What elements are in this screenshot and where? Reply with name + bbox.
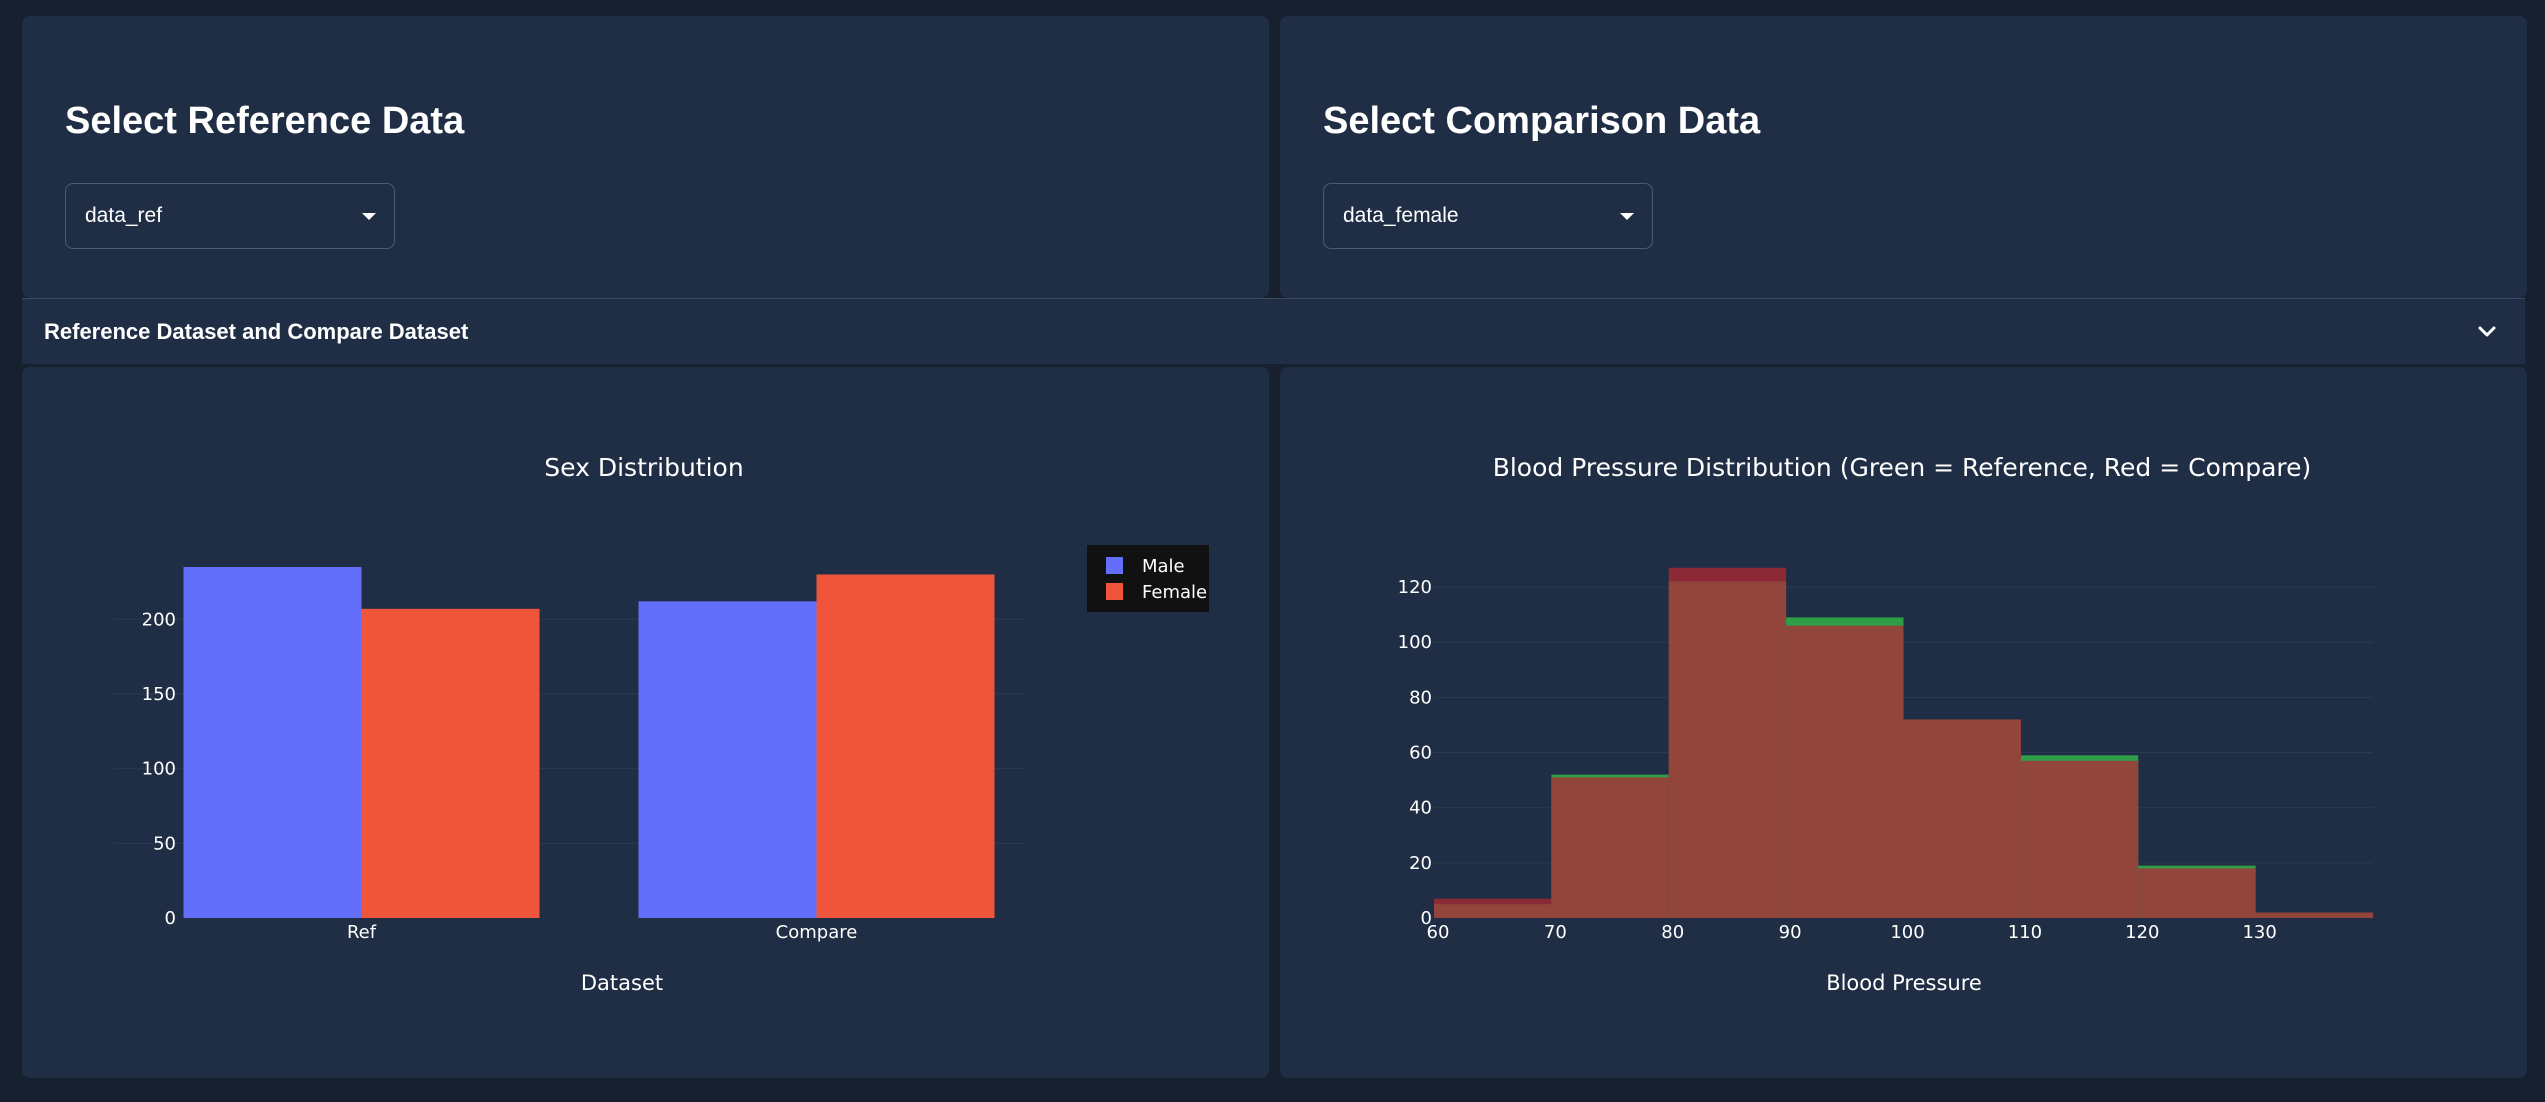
- comparison-panel: Select Comparison Data data_female: [1280, 16, 2527, 298]
- x-tick-label: 120: [2125, 922, 2159, 943]
- y-tick-label: 100: [1398, 632, 1432, 653]
- bar-female-ref[interactable]: [361, 608, 540, 918]
- x-tick-label: Ref: [347, 922, 377, 943]
- histogram-bar-overlap[interactable]: [1903, 719, 2021, 918]
- blood-pressure-card: Blood Pressure Distribution (Green = Ref…: [1280, 367, 2527, 1078]
- histogram-bar-overlap[interactable]: [1668, 581, 1787, 918]
- legend-label-male: Male: [1142, 556, 1185, 577]
- x-tick-label: 60: [1427, 922, 1450, 943]
- x-tick-label: 70: [1544, 922, 1567, 943]
- reference-panel-title: Select Reference Data: [65, 100, 465, 142]
- histogram-bar-overlap[interactable]: [2020, 760, 2139, 918]
- legend-swatch-female: [1106, 583, 1123, 600]
- bar-male-compare[interactable]: [638, 601, 817, 918]
- y-tick-label: 120: [1398, 577, 1432, 598]
- legend[interactable]: Male Female: [1087, 545, 1209, 612]
- y-tick-label: 200: [142, 609, 176, 630]
- y-tick-label: 60: [1409, 743, 1432, 764]
- x-tick-label: 90: [1779, 922, 1802, 943]
- histogram-bar-overlap[interactable]: [2138, 868, 2256, 918]
- reference-panel: Select Reference Data data_ref: [22, 16, 1269, 298]
- y-tick-label: 0: [165, 908, 176, 929]
- sex-distribution-card: Sex Distribution 0 50 100 150 200 Ref Compare…: [22, 367, 1269, 1078]
- x-tick-label: Compare: [776, 922, 858, 943]
- caret-down-icon: [1620, 213, 1634, 220]
- y-tick-label: 100: [142, 759, 176, 780]
- x-tick-label: 130: [2242, 922, 2276, 943]
- x-tick-label: 80: [1661, 922, 1684, 943]
- comparison-dropdown[interactable]: data_female: [1323, 183, 1653, 249]
- y-tick-label: 50: [153, 833, 176, 854]
- reference-dropdown[interactable]: data_ref: [65, 183, 395, 249]
- bar-male-ref[interactable]: [183, 567, 362, 918]
- chart-title: Sex Distribution: [544, 453, 743, 482]
- bar-female-compare[interactable]: [816, 574, 995, 918]
- sex-distribution-chart: Sex Distribution 0 50 100 150 200 Ref Compare…: [114, 453, 1209, 995]
- datasets-accordion-header[interactable]: Reference Dataset and Compare Dataset: [22, 298, 2525, 364]
- histogram-bar-overlap[interactable]: [1551, 777, 1669, 918]
- x-axis-label: Blood Pressure: [1826, 971, 1982, 995]
- x-axis-label: Dataset: [581, 971, 663, 995]
- legend-swatch-male: [1106, 557, 1123, 574]
- reference-dropdown-value: data_ref: [85, 204, 163, 227]
- blood-pressure-chart: Blood Pressure Distribution (Green = Ref…: [1398, 453, 2373, 995]
- x-tick-label: 100: [1890, 922, 1924, 943]
- chart-title: Blood Pressure Distribution (Green = Ref…: [1493, 453, 2312, 482]
- legend-label-female: Female: [1142, 582, 1207, 603]
- comparison-panel-title: Select Comparison Data: [1323, 100, 1761, 142]
- y-tick-label: 40: [1409, 798, 1432, 819]
- y-tick-label: 150: [142, 684, 176, 705]
- accordion-label: Reference Dataset and Compare Dataset: [44, 319, 469, 344]
- comparison-dropdown-value: data_female: [1343, 204, 1459, 227]
- histogram-bar-overlap[interactable]: [1786, 625, 1904, 918]
- x-tick-label: 110: [2008, 922, 2042, 943]
- chevron-down-icon: [2478, 326, 2496, 337]
- histogram-bar-overlap[interactable]: [1434, 904, 1552, 918]
- histogram-bar-overlap[interactable]: [2255, 912, 2373, 918]
- y-tick-label: 20: [1409, 853, 1432, 874]
- caret-down-icon: [362, 213, 376, 220]
- y-tick-label: 80: [1409, 687, 1432, 708]
